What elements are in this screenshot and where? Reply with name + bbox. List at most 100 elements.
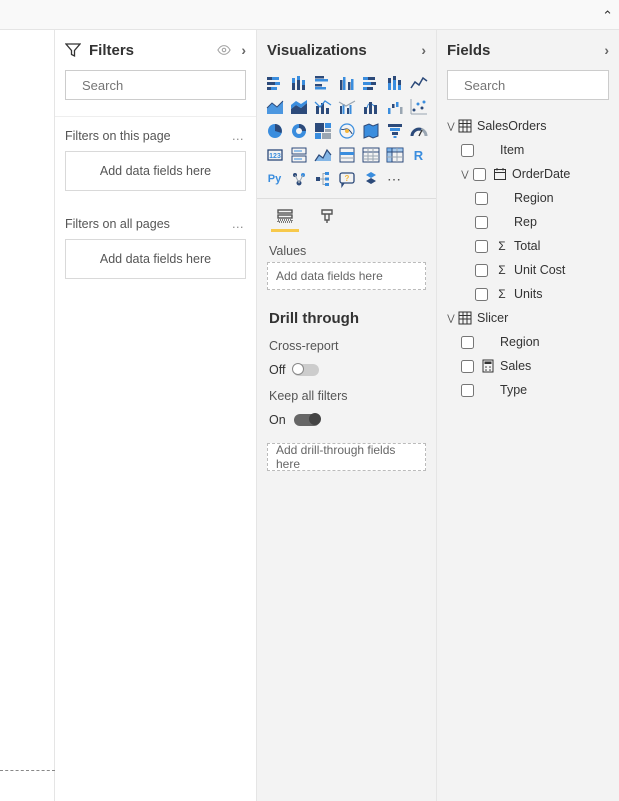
viz-ribbon-icon[interactable] <box>360 96 382 118</box>
keep-all-row: Keep all filters On <box>257 383 436 433</box>
field-checkbox[interactable] <box>461 384 474 397</box>
filter-icon <box>65 42 81 58</box>
viz-more-icon[interactable]: ⋯ <box>384 168 406 190</box>
field-item[interactable]: Item <box>445 138 611 162</box>
field-checkbox[interactable] <box>473 168 486 181</box>
fields-panel: Fields › ⋁SalesOrdersItem⋁OrderDateRegio… <box>437 30 619 801</box>
viz-line-clustered-column-icon[interactable] <box>336 96 358 118</box>
viz-matrix-icon[interactable] <box>384 144 406 166</box>
filters-page-label: Filters on this page <box>65 129 171 143</box>
viz-area-icon[interactable] <box>264 96 286 118</box>
table-salesorders[interactable]: ⋁SalesOrders <box>445 114 611 138</box>
fields-tool[interactable] <box>271 207 299 232</box>
viz-line-icon[interactable] <box>408 72 430 94</box>
field-checkbox[interactable] <box>461 144 474 157</box>
svg-text:123: 123 <box>269 153 281 160</box>
fields-title: Fields <box>447 42 490 59</box>
collapse-filters-icon[interactable]: › <box>241 42 246 58</box>
visualizations-panel: Visualizations › 123RPy?⋯ Values Add dat… <box>257 30 437 801</box>
field-region[interactable]: Region <box>445 330 611 354</box>
viz-donut-icon[interactable] <box>288 120 310 142</box>
viz-multi-row-card-icon[interactable] <box>288 144 310 166</box>
keep-all-label: Keep all filters <box>269 389 424 403</box>
field-checkbox[interactable] <box>475 240 488 253</box>
field-checkbox[interactable] <box>475 216 488 229</box>
viz-qna-icon[interactable]: ? <box>336 168 358 190</box>
filters-all-more-icon[interactable]: … <box>232 217 245 231</box>
field-checkbox[interactable] <box>461 336 474 349</box>
filters-all-dropzone[interactable]: Add data fields here <box>65 239 246 279</box>
values-dropzone[interactable]: Add data fields here <box>267 262 426 290</box>
viz-pie-icon[interactable] <box>264 120 286 142</box>
field-orderdate[interactable]: ⋁OrderDate <box>445 162 611 186</box>
viz-decomposition-tree-icon[interactable] <box>312 168 334 190</box>
field-checkbox[interactable] <box>475 288 488 301</box>
field-checkbox[interactable] <box>475 192 488 205</box>
table-slicer[interactable]: ⋁Slicer <box>445 306 611 330</box>
viz-py-visual-icon[interactable]: Py <box>264 168 286 190</box>
format-tool[interactable] <box>313 207 341 232</box>
field-checkbox[interactable] <box>475 264 488 277</box>
collapse-fields-icon[interactable]: › <box>604 42 609 58</box>
collapse-viz-icon[interactable]: › <box>421 42 426 58</box>
cross-report-toggle[interactable] <box>293 364 319 376</box>
svg-text:?: ? <box>344 174 349 183</box>
filters-header: Filters › <box>55 30 256 70</box>
viz-funnel-icon[interactable] <box>384 120 406 142</box>
viz-slicer-icon[interactable] <box>336 144 358 166</box>
viz-map-icon[interactable] <box>336 120 358 142</box>
keep-all-toggle[interactable] <box>294 414 320 426</box>
viz-paginated-icon[interactable] <box>360 168 382 190</box>
viz-stacked-area-icon[interactable] <box>288 96 310 118</box>
viz-header: Visualizations › <box>257 30 436 70</box>
filters-panel: Filters › Filters on this page … Add dat… <box>55 30 257 801</box>
filters-search[interactable] <box>65 70 246 100</box>
field-checkbox[interactable] <box>461 360 474 373</box>
canvas-edge <box>0 30 55 801</box>
filters-page-dropzone[interactable]: Add data fields here <box>65 151 246 191</box>
cross-report-row: Cross-report Off <box>257 333 436 383</box>
filters-search-input[interactable] <box>80 77 260 94</box>
filters-all-label: Filters on all pages <box>65 217 170 231</box>
filters-page-more-icon[interactable]: … <box>232 129 245 143</box>
filters-title: Filters <box>89 42 134 59</box>
viz-clustered-column-icon[interactable] <box>336 72 358 94</box>
fields-search-input[interactable] <box>462 77 619 94</box>
eye-icon[interactable] <box>217 43 231 57</box>
viz-gauge-icon[interactable] <box>408 120 430 142</box>
fields-header: Fields › <box>437 30 619 70</box>
viz-kpi-icon[interactable] <box>312 144 334 166</box>
cross-report-label: Cross-report <box>269 339 424 353</box>
viz-line-stacked-column-icon[interactable] <box>312 96 334 118</box>
viz-100-stacked-column-icon[interactable] <box>384 72 406 94</box>
field-type[interactable]: Type <box>445 378 611 402</box>
field-sales[interactable]: Sales <box>445 354 611 378</box>
drill-through-title: Drill through <box>257 300 436 333</box>
fields-tree: ⋁SalesOrdersItem⋁OrderDateRegionRepΣTota… <box>437 110 619 406</box>
drill-through-dropzone[interactable]: Add drill-through fields here <box>267 443 426 471</box>
field-unit-cost[interactable]: ΣUnit Cost <box>445 258 611 282</box>
field-rep[interactable]: Rep <box>445 210 611 234</box>
viz-waterfall-icon[interactable] <box>384 96 406 118</box>
viz-key-influencers-icon[interactable] <box>288 168 310 190</box>
keep-all-state: On <box>269 413 286 427</box>
field-region[interactable]: Region <box>445 186 611 210</box>
viz-stacked-bar-icon[interactable] <box>264 72 286 94</box>
field-units[interactable]: ΣUnits <box>445 282 611 306</box>
viz-clustered-bar-icon[interactable] <box>312 72 334 94</box>
viz-100-stacked-bar-icon[interactable] <box>360 72 382 94</box>
fields-search[interactable] <box>447 70 609 100</box>
filters-page-section: Filters on this page … <box>55 117 256 149</box>
side-panels: Filters › Filters on this page … Add dat… <box>0 30 619 801</box>
viz-r-visual-icon[interactable]: R <box>408 144 430 166</box>
viz-treemap-icon[interactable] <box>312 120 334 142</box>
field-total[interactable]: ΣTotal <box>445 234 611 258</box>
ribbon-collapsed: ⌃ <box>0 0 619 30</box>
viz-table-icon[interactable] <box>360 144 382 166</box>
viz-filled-map-icon[interactable] <box>360 120 382 142</box>
viz-scatter-icon[interactable] <box>408 96 430 118</box>
ribbon-expand-icon[interactable]: ⌃ <box>602 8 613 24</box>
viz-title: Visualizations <box>267 42 367 59</box>
viz-stacked-column-icon[interactable] <box>288 72 310 94</box>
viz-card-icon[interactable]: 123 <box>264 144 286 166</box>
